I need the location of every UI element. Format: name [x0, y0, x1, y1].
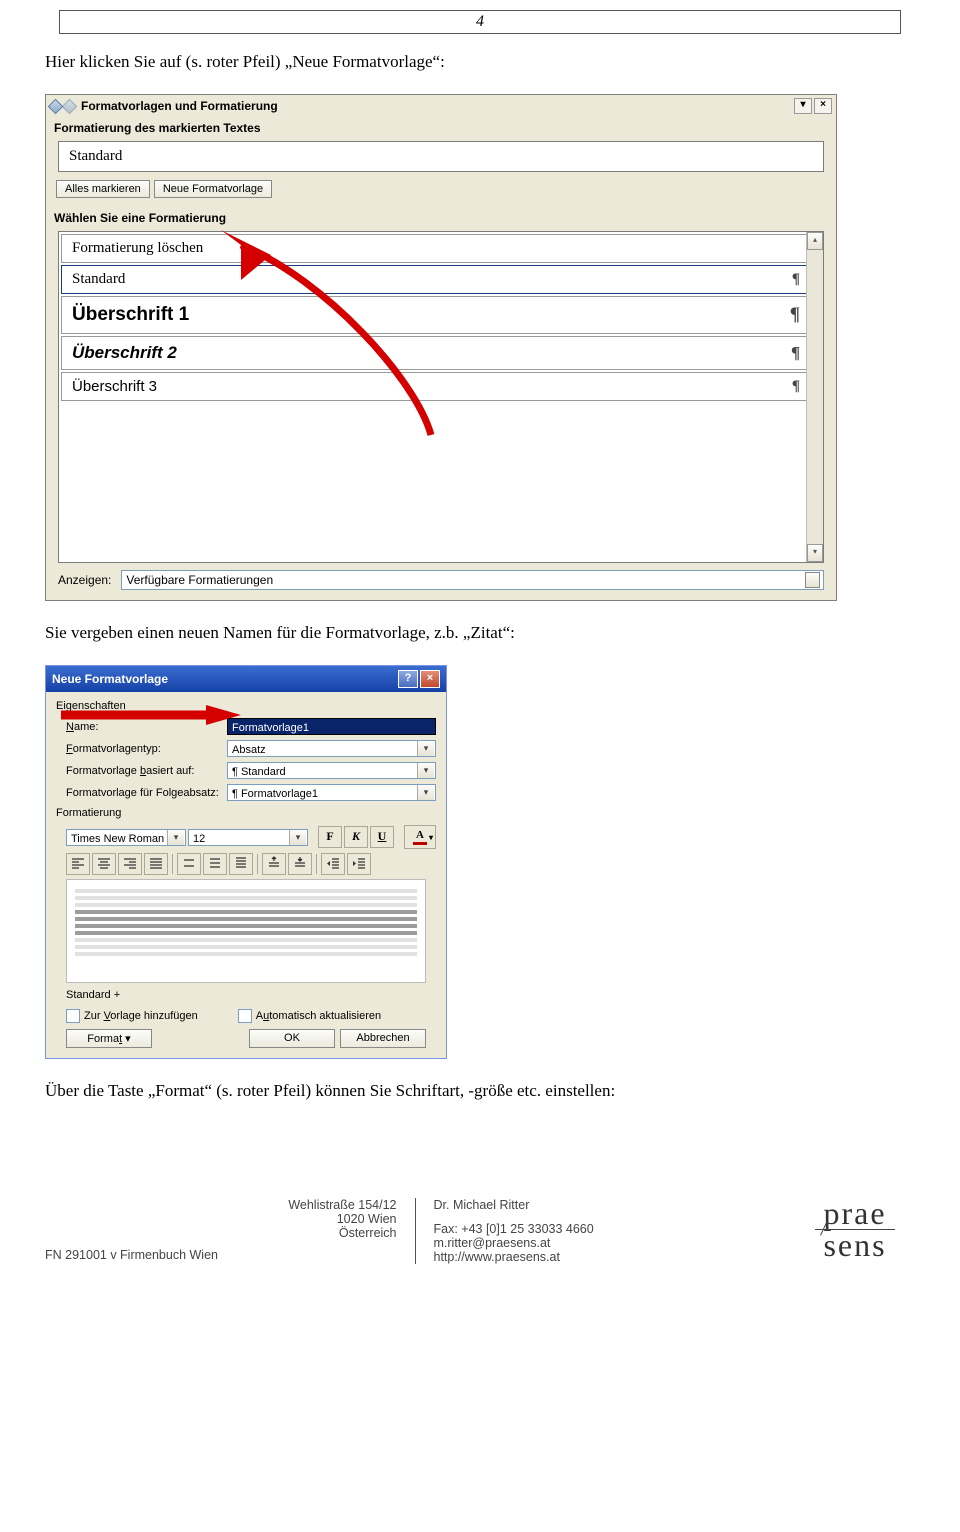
type-select[interactable]: Absatz	[227, 740, 436, 757]
font-color-button[interactable]: A▾	[404, 825, 436, 849]
indent-inc-button[interactable]	[347, 853, 371, 875]
pilcrow-icon: ¶	[792, 378, 800, 395]
font-size-select[interactable]: 12	[188, 829, 308, 846]
section-label-choose: Wählen Sie eine Formatierung	[46, 206, 836, 231]
dialog-titlebar: Neue Formatvorlage ? ×	[46, 666, 446, 692]
current-style-box[interactable]: Standard	[58, 141, 824, 172]
italic-button[interactable]: K	[344, 826, 368, 848]
label-next-style: Formatvorlage für Folgeabsatz:	[66, 787, 221, 799]
scrollbar[interactable]: ▴ ▾	[806, 232, 823, 562]
para-2: Sie vergeben einen neuen Namen für die F…	[45, 623, 915, 643]
dialog-title: Neue Formatvorlage	[52, 672, 168, 686]
scroll-up-button[interactable]: ▴	[807, 232, 823, 250]
underline-button[interactable]: U	[370, 826, 394, 848]
align-center-button[interactable]	[92, 853, 116, 875]
space-before-dec-button[interactable]	[288, 853, 312, 875]
page-number: 4	[59, 10, 901, 34]
based-on-summary: Standard +	[66, 989, 426, 1001]
space-before-inc-button[interactable]	[262, 853, 286, 875]
group-formatting: Formatierung	[56, 807, 436, 819]
para-3: Über die Taste „Format“ (s. roter Pfeil)…	[45, 1081, 915, 1101]
font-name-select[interactable]: Times New Roman	[66, 829, 186, 846]
panel-close-button[interactable]: ×	[814, 98, 832, 114]
style-item-h1[interactable]: Überschrift 1¶	[61, 296, 821, 334]
spacing-1-button[interactable]	[177, 853, 201, 875]
section-label-current: Formatierung des markierten Textes	[46, 116, 836, 141]
format-button[interactable]: Format ▾	[66, 1029, 152, 1048]
checkbox-add-template[interactable]: Zur Vorlage hinzufügen	[66, 1009, 198, 1023]
style-item-h3[interactable]: Überschrift 3¶	[61, 372, 821, 401]
styles-list[interactable]: Formatierung löschen Standard¶ Überschri…	[58, 231, 824, 563]
panel-dropdown-button[interactable]: ▾	[794, 98, 812, 114]
panel-title: Formatvorlagen und Formatierung	[81, 99, 792, 113]
checkbox-auto-update[interactable]: Automatisch aktualisieren	[238, 1009, 381, 1023]
panel-title-icon	[62, 98, 78, 114]
cancel-button[interactable]: Abbrechen	[340, 1029, 426, 1048]
dialog-close-button[interactable]: ×	[420, 670, 440, 688]
footer-address: Wehlistraße 154/12 1020 Wien Österreich …	[45, 1198, 415, 1264]
para-1: Hier klicken Sie auf (s. roter Pfeil) „N…	[45, 52, 915, 72]
label-type: Formatvorlagentyp:	[66, 743, 221, 755]
next-style-select[interactable]: ¶ Formatvorlage1	[227, 784, 436, 801]
praesens-logo: prae sens	[795, 1198, 915, 1259]
screenshot-new-style-dialog: Neue Formatvorlage ? × Eigenschaften Nam…	[45, 665, 447, 1059]
label-name: Name:	[66, 721, 221, 733]
align-left-button[interactable]	[66, 853, 90, 875]
bold-button[interactable]: F	[318, 826, 342, 848]
footer-contact: Dr. Michael Ritter Fax: +43 [0]1 25 3303…	[415, 1198, 796, 1264]
name-input[interactable]: Formatvorlage1	[227, 718, 436, 735]
style-item-standard[interactable]: Standard¶	[61, 265, 821, 294]
scroll-down-button[interactable]: ▾	[807, 544, 823, 562]
select-all-button[interactable]: Alles markieren	[56, 180, 150, 198]
group-properties: Eigenschaften	[56, 700, 436, 712]
new-style-button[interactable]: Neue Formatvorlage	[154, 180, 272, 198]
label-based-on: Formatvorlage basiert auf:	[66, 765, 221, 777]
dialog-help-button[interactable]: ?	[398, 670, 418, 688]
based-on-select[interactable]: ¶ Standard	[227, 762, 436, 779]
anzeigen-select[interactable]: Verfügbare Formatierungen	[121, 570, 824, 590]
spacing-1_5-button[interactable]	[203, 853, 227, 875]
anzeigen-label: Anzeigen:	[58, 573, 111, 587]
style-item-clear[interactable]: Formatierung löschen	[61, 234, 821, 263]
pilcrow-icon: ¶	[790, 304, 800, 326]
page-footer: Wehlistraße 154/12 1020 Wien Österreich …	[0, 1123, 960, 1284]
pilcrow-icon: ¶	[792, 343, 801, 363]
align-justify-button[interactable]	[144, 853, 168, 875]
pilcrow-icon: ¶	[792, 271, 800, 288]
screenshot-styles-panel: Formatvorlagen und Formatierung ▾ × Form…	[45, 94, 837, 601]
ok-button[interactable]: OK	[249, 1029, 335, 1048]
panel-titlebar: Formatvorlagen und Formatierung ▾ ×	[46, 95, 836, 116]
spacing-2-button[interactable]	[229, 853, 253, 875]
style-item-h2[interactable]: Überschrift 2¶	[61, 336, 821, 370]
indent-dec-button[interactable]	[321, 853, 345, 875]
style-preview	[66, 879, 426, 983]
align-right-button[interactable]	[118, 853, 142, 875]
